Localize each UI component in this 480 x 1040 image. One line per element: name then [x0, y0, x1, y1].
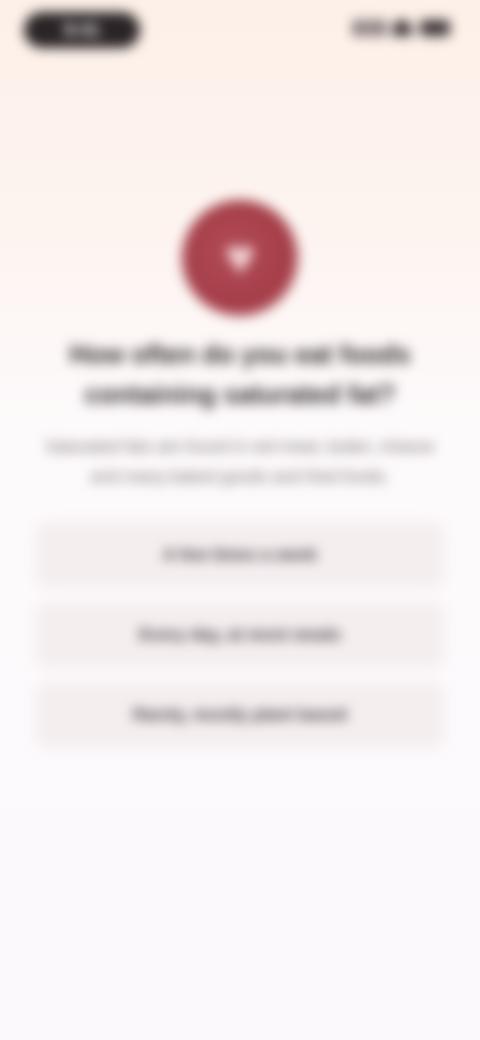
status-bar: 9:41 [0, 0, 480, 64]
question-subtitle: Saturated fats are found in red meat, bu… [45, 437, 435, 486]
answer-option[interactable]: Rarely, mostly plant based [36, 682, 444, 748]
battery-icon [420, 20, 450, 36]
status-time: 9:41 [24, 12, 140, 48]
answer-option[interactable]: Every day, at most meals [36, 602, 444, 668]
screen: 9:41 ♥ How often do you eat foods contai… [0, 0, 480, 1040]
answer-options: A few times a week Every day, at most me… [36, 522, 444, 748]
wifi-icon [392, 20, 412, 36]
answer-option[interactable]: A few times a week [36, 522, 444, 588]
signal-icon [354, 20, 384, 36]
question-title: How often do you eat foods containing sa… [69, 339, 411, 409]
heart-icon: ♥ [182, 200, 298, 316]
status-icons [354, 20, 450, 36]
